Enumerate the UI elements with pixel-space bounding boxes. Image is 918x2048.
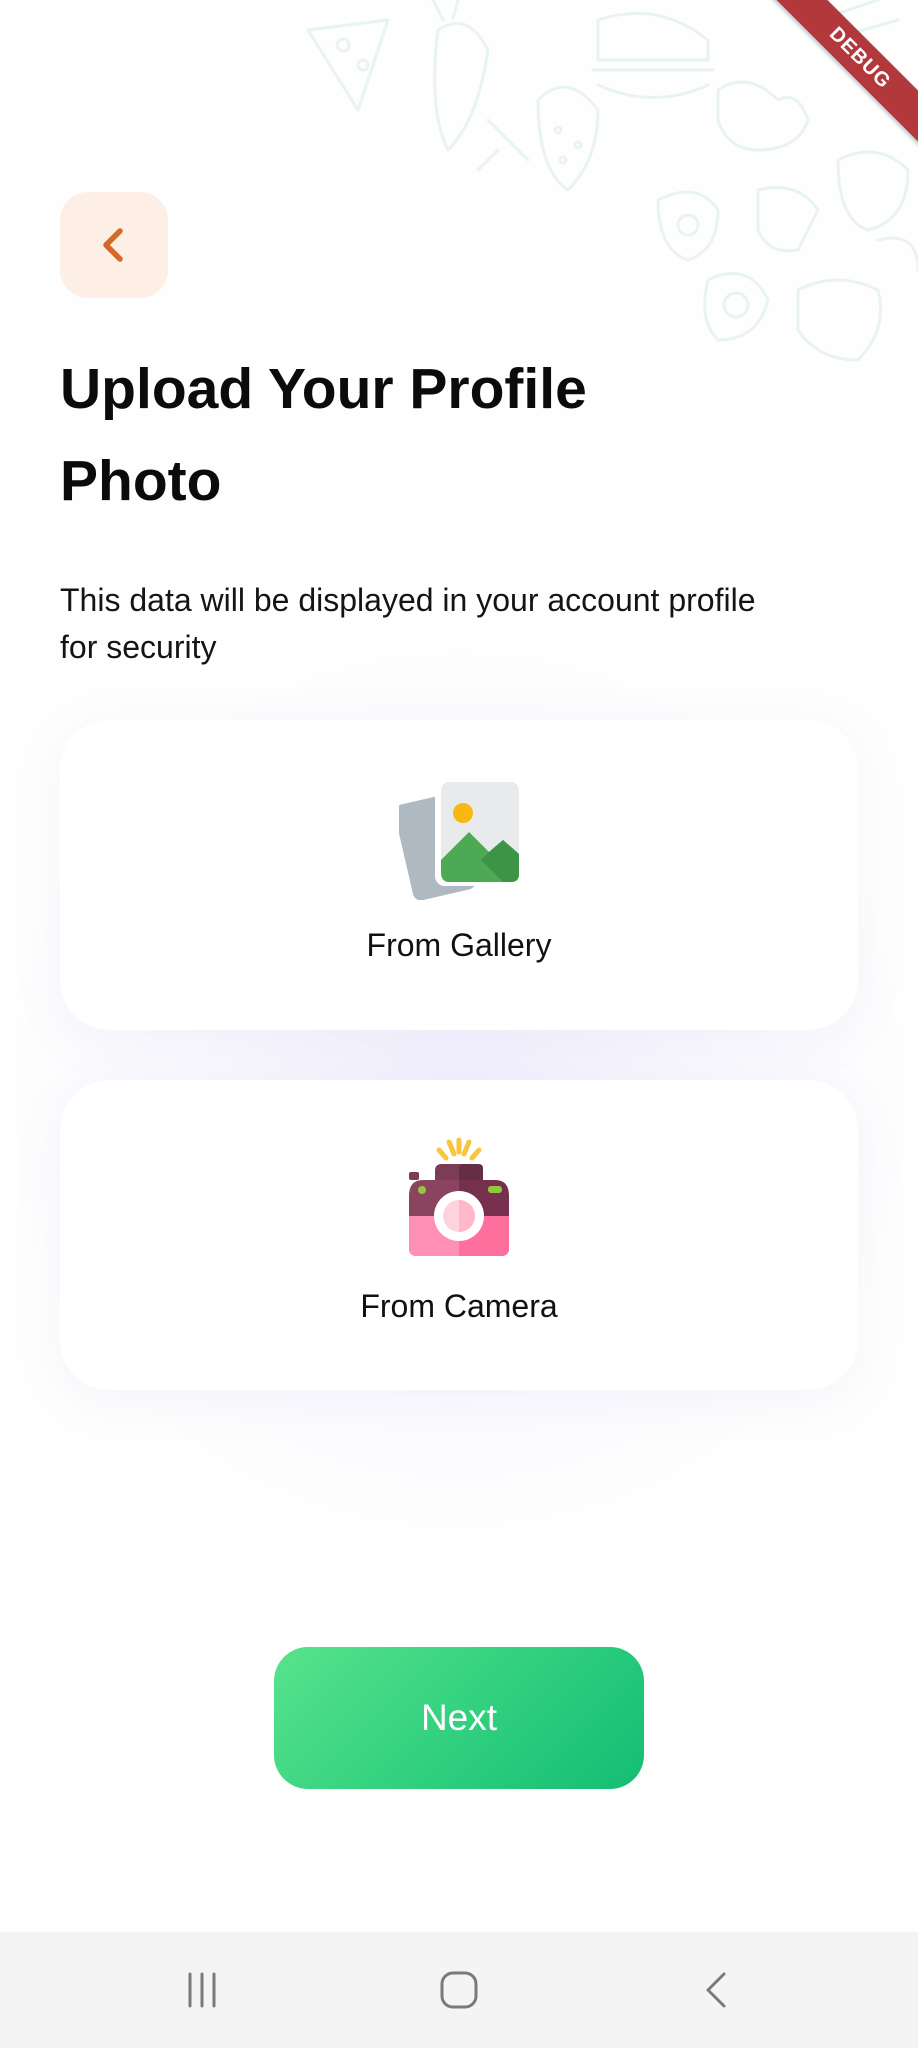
from-camera-option[interactable]: From Camera [60, 1080, 858, 1390]
page-title: Upload Your Profile Photo [60, 357, 587, 513]
from-gallery-option[interactable]: From Gallery [60, 720, 858, 1030]
food-doodle-pattern [306, 0, 918, 362]
recents-button[interactable] [142, 1932, 262, 2048]
system-back-button[interactable] [656, 1932, 776, 2048]
recents-icon [188, 1972, 216, 2008]
system-navigation-bar [0, 1932, 918, 2048]
from-gallery-label: From Gallery [366, 927, 552, 963]
from-camera-label: From Camera [360, 1288, 558, 1324]
chevron-left-icon [103, 228, 123, 262]
next-button[interactable]: Next [274, 1647, 644, 1789]
camera-icon [409, 1138, 509, 1256]
back-button[interactable] [60, 192, 168, 298]
page-subtitle: This data will be displayed in your acco… [60, 582, 756, 665]
home-button[interactable] [399, 1932, 519, 2048]
home-icon [440, 1971, 478, 2009]
gallery-icon [399, 782, 519, 900]
back-icon [706, 1972, 726, 2008]
